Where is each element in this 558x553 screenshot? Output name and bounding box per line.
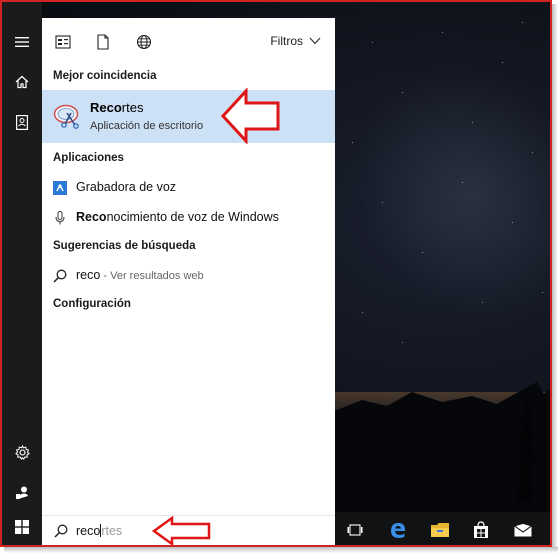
filter-bar: Filtros bbox=[42, 18, 335, 66]
best-match-header: Mejor coincidencia bbox=[53, 70, 157, 82]
store-icon[interactable] bbox=[471, 520, 491, 540]
voice-recorder-icon bbox=[53, 181, 67, 195]
task-view-icon[interactable] bbox=[345, 520, 365, 540]
screenshot-frame: Filtros Mejor coincidencia Recortes Apli… bbox=[0, 0, 552, 547]
mail-icon[interactable] bbox=[513, 520, 533, 540]
filters-label: Filtros bbox=[270, 34, 303, 48]
search-suggestions-header: Sugerencias de búsqueda bbox=[53, 240, 196, 252]
frame-shadow-right bbox=[552, 4, 558, 553]
annotation-arrow-small bbox=[152, 516, 211, 545]
web-suggestion-label: reco - Ver resultados web bbox=[76, 268, 204, 282]
filters-dropdown[interactable]: Filtros bbox=[270, 34, 321, 48]
search-input[interactable]: recortes bbox=[76, 524, 122, 538]
settings-icon[interactable] bbox=[2, 432, 42, 472]
home-icon[interactable] bbox=[2, 62, 42, 102]
search-icon bbox=[54, 524, 68, 538]
windows-start-icon[interactable] bbox=[2, 507, 42, 545]
best-match-subtitle: Aplicación de escritorio bbox=[90, 120, 204, 132]
file-explorer-icon[interactable] bbox=[430, 520, 450, 540]
best-match-title: Recortes bbox=[90, 100, 144, 115]
snipping-tool-icon bbox=[53, 104, 79, 129]
taskbar bbox=[335, 512, 550, 545]
start-left-rail bbox=[2, 2, 42, 545]
document-icon[interactable] bbox=[93, 32, 113, 52]
settings-header: Configuración bbox=[53, 298, 131, 310]
feedback-icon[interactable] bbox=[2, 472, 42, 512]
apps-icon[interactable] bbox=[53, 32, 73, 52]
annotation-arrow-large bbox=[220, 88, 280, 144]
microphone-icon bbox=[55, 211, 65, 225]
apps-header: Aplicaciones bbox=[53, 152, 124, 164]
notebook-icon[interactable] bbox=[2, 102, 42, 142]
web-suggestion-item[interactable]: reco - Ver resultados web bbox=[42, 261, 335, 291]
search-icon bbox=[53, 269, 67, 283]
mountain-silhouette bbox=[332, 382, 550, 512]
hamburger-icon[interactable] bbox=[2, 22, 42, 62]
start-search-panel: Filtros Mejor coincidencia Recortes Apli… bbox=[42, 18, 335, 545]
edge-icon[interactable] bbox=[388, 520, 408, 540]
app-item-speech-recognition[interactable]: Reconocimiento de voz de Windows bbox=[42, 203, 335, 233]
globe-icon[interactable] bbox=[134, 32, 154, 52]
best-match-item[interactable]: Recortes Aplicación de escritorio bbox=[42, 90, 335, 143]
app-item-voice-recorder[interactable]: Grabadora de voz bbox=[42, 173, 335, 203]
frame-shadow-bottom bbox=[4, 547, 558, 553]
app-item-label: Grabadora de voz bbox=[76, 180, 177, 194]
app-item-label: Reconocimiento de voz de Windows bbox=[76, 210, 279, 224]
chevron-down-icon bbox=[309, 37, 321, 45]
